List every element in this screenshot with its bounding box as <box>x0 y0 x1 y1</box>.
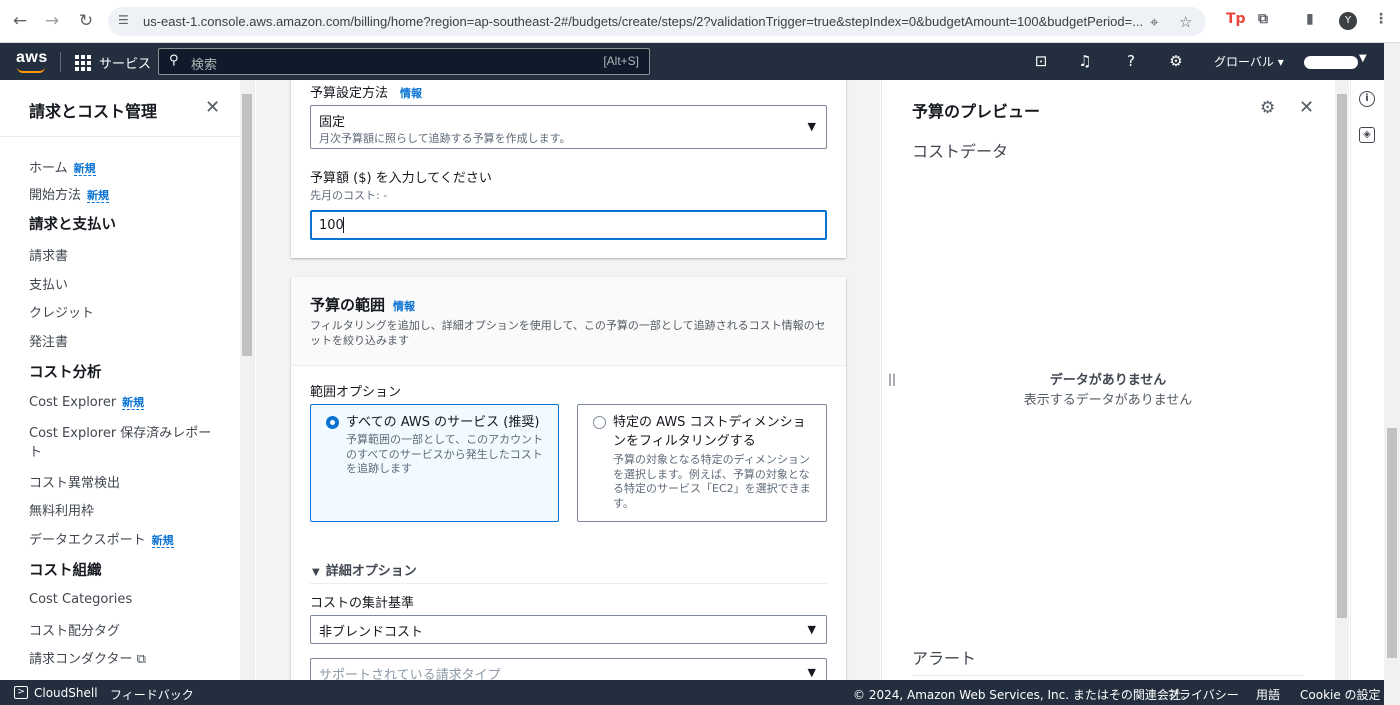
sidebar-item-credits[interactable]: クレジット <box>29 302 94 321</box>
cost-data-heading: コストデータ <box>912 142 1009 161</box>
sidebar-section-billing: 請求と支払い <box>29 217 116 233</box>
caret-down-icon: ▼ <box>312 567 320 578</box>
chevron-down-icon: ▼ <box>807 666 816 679</box>
advanced-options-toggle[interactable]: ▼ 詳細オプション <box>312 560 417 579</box>
right-utility-rail: i ◈ <box>1350 80 1384 680</box>
location-icon[interactable]: ⌖ <box>1150 13 1158 31</box>
notifications-bell-icon[interactable]: ♫ <box>1075 51 1095 71</box>
no-data-description: 表示するデータがありません <box>1023 393 1193 408</box>
sidebar-scrollbar[interactable] <box>240 80 254 680</box>
info-panel-icon[interactable]: i <box>1359 91 1375 107</box>
profile-avatar[interactable]: Y <box>1339 12 1357 30</box>
reload-icon[interactable]: ↻ <box>75 10 97 32</box>
sidebar-item-purchase-orders[interactable]: 発注書 <box>29 331 68 350</box>
account-caret-icon[interactable]: ▼ <box>1359 53 1367 64</box>
budget-amount-label: 予算額 ($) を入力してください <box>310 171 492 186</box>
resources-hex-icon[interactable]: ◈ <box>1359 127 1375 143</box>
page-scrollbar[interactable] <box>1384 43 1400 705</box>
radio-all-services[interactable]: すべての AWS のサービス (推奨) 予算範囲の一部として、このアカウント のす… <box>310 404 559 522</box>
forward-arrow-icon[interactable]: → <box>41 10 63 32</box>
region-selector[interactable]: グローバル ▾ <box>1214 53 1284 70</box>
budget-method-label: 予算設定方法 情報 <box>310 86 423 101</box>
search-icon: ⚲ <box>169 53 179 68</box>
radio-all-services-indicator[interactable] <box>326 416 339 429</box>
sidebar-item-cost-categories[interactable]: Cost Categories <box>29 592 132 607</box>
chevron-down-icon: ▼ <box>807 120 816 133</box>
sidebar-item-bills[interactable]: 請求書 <box>29 245 68 264</box>
bookmark-star-icon[interactable]: ☆ <box>1179 13 1192 31</box>
sidebar-item-cost-allocation-tags[interactable]: コスト配分タグ <box>29 620 120 639</box>
browser-menu-icon[interactable]: ⋮ <box>1374 11 1388 27</box>
help-icon[interactable]: ? <box>1121 51 1141 71</box>
browser-toolbar: ← → ↻ ☰ us-east-1.console.aws.amazon.com… <box>0 0 1400 43</box>
preview-settings-gear-icon[interactable]: ⚙ <box>1260 98 1275 118</box>
privacy-link[interactable]: プライバシー <box>1167 686 1239 703</box>
console-footer: > CloudShell フィードバック © 2024, Amazon Web … <box>0 680 1384 705</box>
main-content: 予算設定方法 情報 固定 月次予算額に照らして追跡する予算を作成します。 ▼ 予算… <box>256 80 880 680</box>
budget-scope-card: 予算の範囲 情報 フィルタリングを追加し、詳細オプションを使用して、この予算の一部… <box>291 277 846 680</box>
account-menu-button[interactable] <box>1304 56 1358 69</box>
budget-method-select[interactable]: 固定 月次予算額に照らして追跡する予算を作成します。 ▼ <box>310 105 827 149</box>
sidebar-item-data-exports[interactable]: データエクスポート 新規 <box>29 529 174 548</box>
close-preview-icon[interactable]: ✕ <box>1299 97 1314 118</box>
cloudshell-footer-icon[interactable]: > <box>14 686 28 699</box>
sidebar-item-getting-started[interactable]: 開始方法 新規 <box>29 184 110 203</box>
close-sidebar-icon[interactable]: ✕ <box>205 97 220 118</box>
sidebar-item-billing-conductor[interactable]: 請求コンダクター ⧉ <box>29 648 146 667</box>
back-arrow-icon[interactable]: ← <box>9 10 31 32</box>
cloudshell-link[interactable]: CloudShell <box>34 686 98 700</box>
aws-top-navigation: aws サービス ⚲ 検索 [Alt+S] ⊡ ♫ ? ⚙ グローバル ▾ ▼ <box>0 43 1384 80</box>
sidebar-item-anomaly-detection[interactable]: コスト異常検出 <box>29 472 120 491</box>
scope-options-label: 範囲オプション <box>310 385 402 400</box>
sidebar-item-free-tier[interactable]: 無料利用枠 <box>29 500 94 519</box>
sidebar-title: 請求とコスト管理 <box>29 102 158 121</box>
url-text: us-east-1.console.aws.amazon.com/billing… <box>143 14 1143 29</box>
aggregate-label: コストの集計基準 <box>310 596 415 611</box>
info-link[interactable]: 情報 <box>400 87 422 100</box>
side-panel-icon[interactable]: ▮ <box>1306 11 1314 27</box>
cookie-settings-link[interactable]: Cookie の設定 <box>1300 686 1381 703</box>
last-month-cost: 先月のコスト: - <box>310 189 388 202</box>
copyright-text: © 2024, Amazon Web Services, Inc. またはその関… <box>853 688 1193 702</box>
external-link-icon: ⧉ <box>136 652 146 667</box>
aws-logo[interactable]: aws <box>16 49 48 73</box>
terms-link[interactable]: 用語 <box>1256 686 1280 703</box>
side-navigation: 請求とコスト管理 ✕ ホーム 新規 開始方法 新規 請求と支払い 請求書 支払い ク… <box>0 80 255 680</box>
extensions-puzzle-icon[interactable]: ⧉ <box>1258 11 1268 27</box>
preview-scrollbar[interactable] <box>1335 80 1349 680</box>
feedback-link[interactable]: フィードバック <box>110 686 194 703</box>
budget-preview-panel: || 予算のプレビュー ⚙ ✕ コストデータ データがありません 表示するデータ… <box>881 80 1350 680</box>
sidebar-item-payments[interactable]: 支払い <box>29 274 68 293</box>
scope-description: フィルタリングを追加し、詳細オプションを使用して、この予算の一部として追跡される… <box>310 319 826 347</box>
address-bar[interactable]: ☰ us-east-1.console.aws.amazon.com/billi… <box>108 7 1206 36</box>
budget-amount-card: 予算設定方法 情報 固定 月次予算額に照らして追跡する予算を作成します。 ▼ 予算… <box>291 80 846 258</box>
settings-gear-icon[interactable]: ⚙ <box>1166 51 1186 71</box>
radio-filter-dimensions-indicator[interactable] <box>593 416 606 429</box>
sidebar-section-cost-organization: コスト組織 <box>29 563 102 579</box>
preview-title: 予算のプレビュー <box>912 102 1041 121</box>
sidebar-section-cost-analysis: コスト分析 <box>29 365 102 381</box>
chevron-down-icon: ▼ <box>807 623 816 636</box>
site-settings-icon[interactable]: ☰ <box>118 13 134 29</box>
extension-tp-icon[interactable]: Tp <box>1226 11 1246 27</box>
no-data-title: データがありません <box>1049 373 1167 388</box>
sidebar-item-saved-reports[interactable]: Cost Explorer 保存済みレポート <box>29 422 211 460</box>
sidebar-item-home[interactable]: ホーム 新規 <box>29 157 96 176</box>
aggregate-select[interactable]: 非ブレンドコスト ▼ <box>310 615 827 644</box>
search-input[interactable]: ⚲ 検索 [Alt+S] <box>158 48 650 75</box>
alerts-heading: アラート <box>912 649 977 668</box>
budget-amount-input[interactable]: 100 <box>310 210 827 240</box>
charge-types-select[interactable]: サポートされている請求タイプ ▼ <box>310 658 827 680</box>
services-menu-button[interactable]: サービス <box>75 53 151 72</box>
services-grid-icon <box>75 54 91 71</box>
scope-title: 予算の範囲 情報 <box>310 296 416 314</box>
radio-filter-dimensions[interactable]: 特定の AWS コストディメンショ ンをフィルタリングする 予算の対象となる特定の… <box>577 404 827 522</box>
sidebar-item-cost-explorer[interactable]: Cost Explorer 新規 <box>29 394 145 410</box>
scope-info-link[interactable]: 情報 <box>393 300 415 313</box>
cloudshell-icon[interactable]: ⊡ <box>1031 51 1051 71</box>
